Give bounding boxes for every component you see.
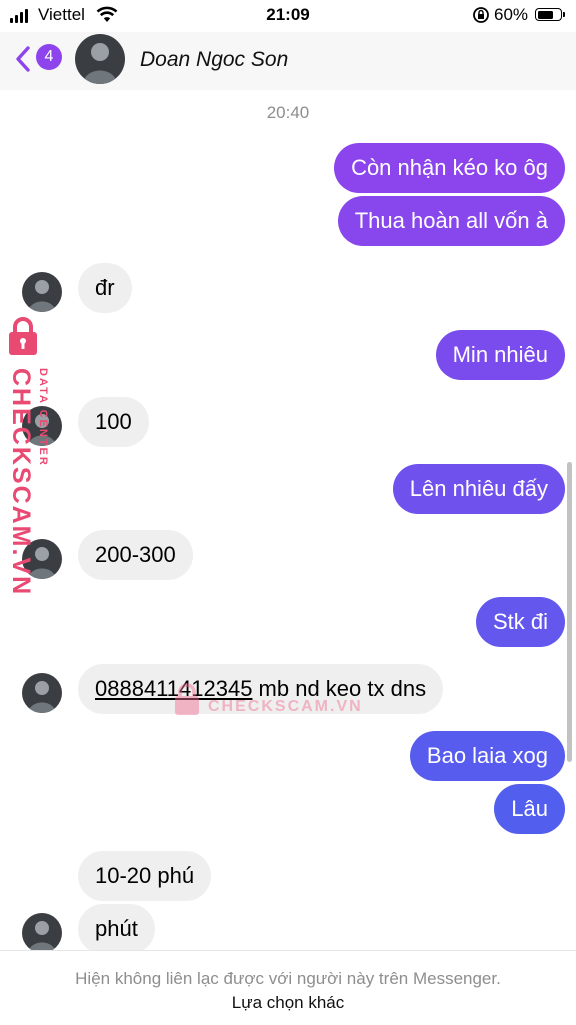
sender-avatar [22,539,62,579]
message-bubble-outgoing[interactable]: Lâu [494,784,565,834]
battery-icon [535,8,565,21]
other-options-button[interactable]: Lựa chọn khác [0,993,576,1013]
rotation-lock-icon [473,7,489,23]
message-text: mb nd keo tx dns [252,676,427,701]
message-bubble-incoming[interactable]: 0888411412345 mb nd keo tx dns [78,664,444,714]
message-bubble-outgoing[interactable]: Thua hoàn all vốn à [337,196,565,246]
message-bubble-incoming[interactable]: đr [78,263,132,313]
sender-avatar [22,406,62,446]
chat-header: 4 Doan Ngoc Son [0,32,576,90]
phone-number-link[interactable]: 0888411412345 [95,676,252,701]
message-bubble-outgoing[interactable]: Min nhiêu [435,330,565,380]
message-bubble-outgoing[interactable]: Stk đi [475,597,565,647]
message-timestamp: 20:40 [266,103,310,122]
composer-footer: Hiện không liên lạc được với người này t… [0,950,576,1025]
scrollbar[interactable] [567,462,572,762]
contact-avatar[interactable] [75,34,125,84]
unavailable-notice: Hiện không liên lạc được với người này t… [75,969,501,988]
message-bubble-incoming[interactable]: 200-300 [78,530,193,580]
lock-icon [9,317,37,355]
chevron-left-icon [16,46,30,72]
contact-name[interactable]: Doan Ngoc Son [140,48,288,72]
unread-count-badge: 4 [36,44,62,70]
message-bubble-outgoing[interactable]: Còn nhận kéo ko ôg [334,143,565,193]
sender-avatar [22,272,62,312]
battery-percent: 60% [494,5,529,24]
message-bubble-outgoing[interactable]: Bao laia xog [409,731,565,781]
sender-avatar [22,913,62,953]
message-bubble-incoming[interactable]: 10-20 phú [78,851,212,901]
back-button[interactable]: 4 [14,42,68,74]
sender-avatar [22,673,62,713]
message-bubble-incoming[interactable]: 100 [78,397,149,447]
message-bubble-outgoing[interactable]: Lên nhiêu đấy [392,464,565,514]
status-bar: Viettel 21:09 60% [0,0,576,32]
message-bubble-incoming[interactable]: phút [78,904,155,954]
